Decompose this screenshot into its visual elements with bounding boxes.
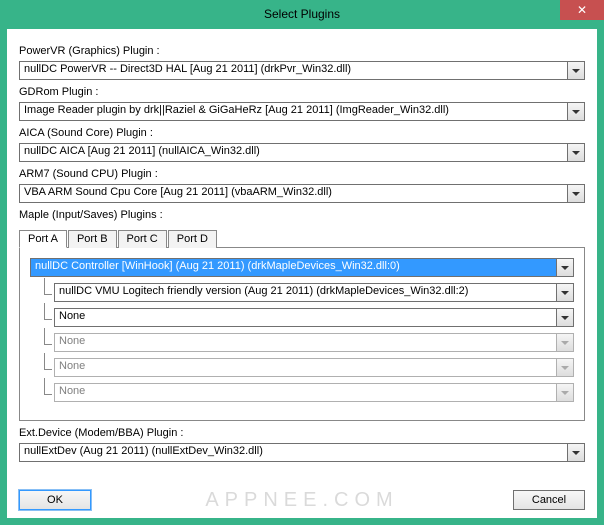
chevron-down-icon: [567, 144, 584, 161]
dropdown-subdevice-3-value: None: [55, 334, 556, 351]
button-row: OK Cancel: [19, 482, 585, 510]
label-powervr: PowerVR (Graphics) Plugin :: [19, 45, 585, 57]
chevron-down-icon: [556, 309, 573, 326]
dropdown-subdevice-4-value: None: [55, 359, 556, 376]
chevron-down-icon: [567, 444, 584, 461]
dropdown-subdevice-1[interactable]: nullDC VMU Logitech friendly version (Au…: [54, 283, 574, 302]
dropdown-subdevice-3[interactable]: None: [54, 333, 574, 352]
tree-connector-icon: [42, 384, 52, 402]
label-aica: AICA (Sound Core) Plugin :: [19, 127, 585, 139]
tree-connector-icon: [42, 284, 52, 302]
dropdown-controller[interactable]: nullDC Controller [WinHook] (Aug 21 2011…: [30, 258, 574, 277]
close-icon: ✕: [577, 3, 587, 17]
ok-button[interactable]: OK: [19, 490, 91, 510]
label-arm7: ARM7 (Sound CPU) Plugin :: [19, 168, 585, 180]
label-maple: Maple (Input/Saves) Plugins :: [19, 209, 585, 221]
dropdown-arm7-value: VBA ARM Sound Cpu Core [Aug 21 2011] (vb…: [20, 185, 567, 202]
subdevice-row-2: None: [30, 308, 574, 327]
dropdown-subdevice-5[interactable]: None: [54, 383, 574, 402]
chevron-down-icon: [556, 359, 573, 376]
dropdown-powervr-value: nullDC PowerVR -- Direct3D HAL [Aug 21 2…: [20, 62, 567, 79]
dropdown-extdev[interactable]: nullExtDev (Aug 21 2011) (nullExtDev_Win…: [19, 443, 585, 462]
chevron-down-icon: [567, 62, 584, 79]
tree-connector-icon: [42, 359, 52, 377]
dropdown-subdevice-2[interactable]: None: [54, 308, 574, 327]
chevron-down-icon: [567, 103, 584, 120]
label-gdrom: GDRom Plugin :: [19, 86, 585, 98]
subdevice-row-5: None: [30, 383, 574, 402]
titlebar: Select Plugins ✕: [0, 0, 604, 28]
tree-connector-icon: [42, 334, 52, 352]
dropdown-subdevice-2-value: None: [55, 309, 556, 326]
window-title: Select Plugins: [0, 7, 604, 21]
dropdown-aica-value: nullDC AICA [Aug 21 2011] (nullAICA_Win3…: [20, 144, 567, 161]
subdevice-row-4: None: [30, 358, 574, 377]
dropdown-powervr[interactable]: nullDC PowerVR -- Direct3D HAL [Aug 21 2…: [19, 61, 585, 80]
dropdown-gdrom[interactable]: Image Reader plugin by drk||Raziel & GiG…: [19, 102, 585, 121]
dropdown-subdevice-1-value: nullDC VMU Logitech friendly version (Au…: [55, 284, 556, 301]
subdevice-row-1: nullDC VMU Logitech friendly version (Au…: [30, 283, 574, 302]
dropdown-aica[interactable]: nullDC AICA [Aug 21 2011] (nullAICA_Win3…: [19, 143, 585, 162]
cancel-button[interactable]: Cancel: [513, 490, 585, 510]
chevron-down-icon: [556, 334, 573, 351]
tabstrip-ports: Port A Port B Port C Port D: [19, 229, 585, 247]
tab-port-d[interactable]: Port D: [168, 230, 217, 248]
chevron-down-icon: [556, 384, 573, 401]
label-extdev: Ext.Device (Modem/BBA) Plugin :: [19, 427, 585, 439]
dropdown-arm7[interactable]: VBA ARM Sound Cpu Core [Aug 21 2011] (vb…: [19, 184, 585, 203]
subdevice-row-3: None: [30, 333, 574, 352]
dropdown-subdevice-4[interactable]: None: [54, 358, 574, 377]
dropdown-gdrom-value: Image Reader plugin by drk||Raziel & GiG…: [20, 103, 567, 120]
chevron-down-icon: [556, 259, 573, 276]
tab-port-b[interactable]: Port B: [68, 230, 117, 248]
chevron-down-icon: [567, 185, 584, 202]
spacer: [91, 490, 513, 510]
dropdown-extdev-value: nullExtDev (Aug 21 2011) (nullExtDev_Win…: [20, 444, 567, 461]
tabpanel-port-a: nullDC Controller [WinHook] (Aug 21 2011…: [19, 247, 585, 421]
chevron-down-icon: [556, 284, 573, 301]
tab-port-a[interactable]: Port A: [19, 230, 67, 248]
tree-connector-icon: [42, 309, 52, 327]
dialog-body: PowerVR (Graphics) Plugin : nullDC Power…: [6, 28, 598, 519]
dropdown-controller-value: nullDC Controller [WinHook] (Aug 21 2011…: [31, 259, 556, 276]
dropdown-subdevice-5-value: None: [55, 384, 556, 401]
tab-port-c[interactable]: Port C: [118, 230, 167, 248]
close-button[interactable]: ✕: [560, 0, 604, 20]
